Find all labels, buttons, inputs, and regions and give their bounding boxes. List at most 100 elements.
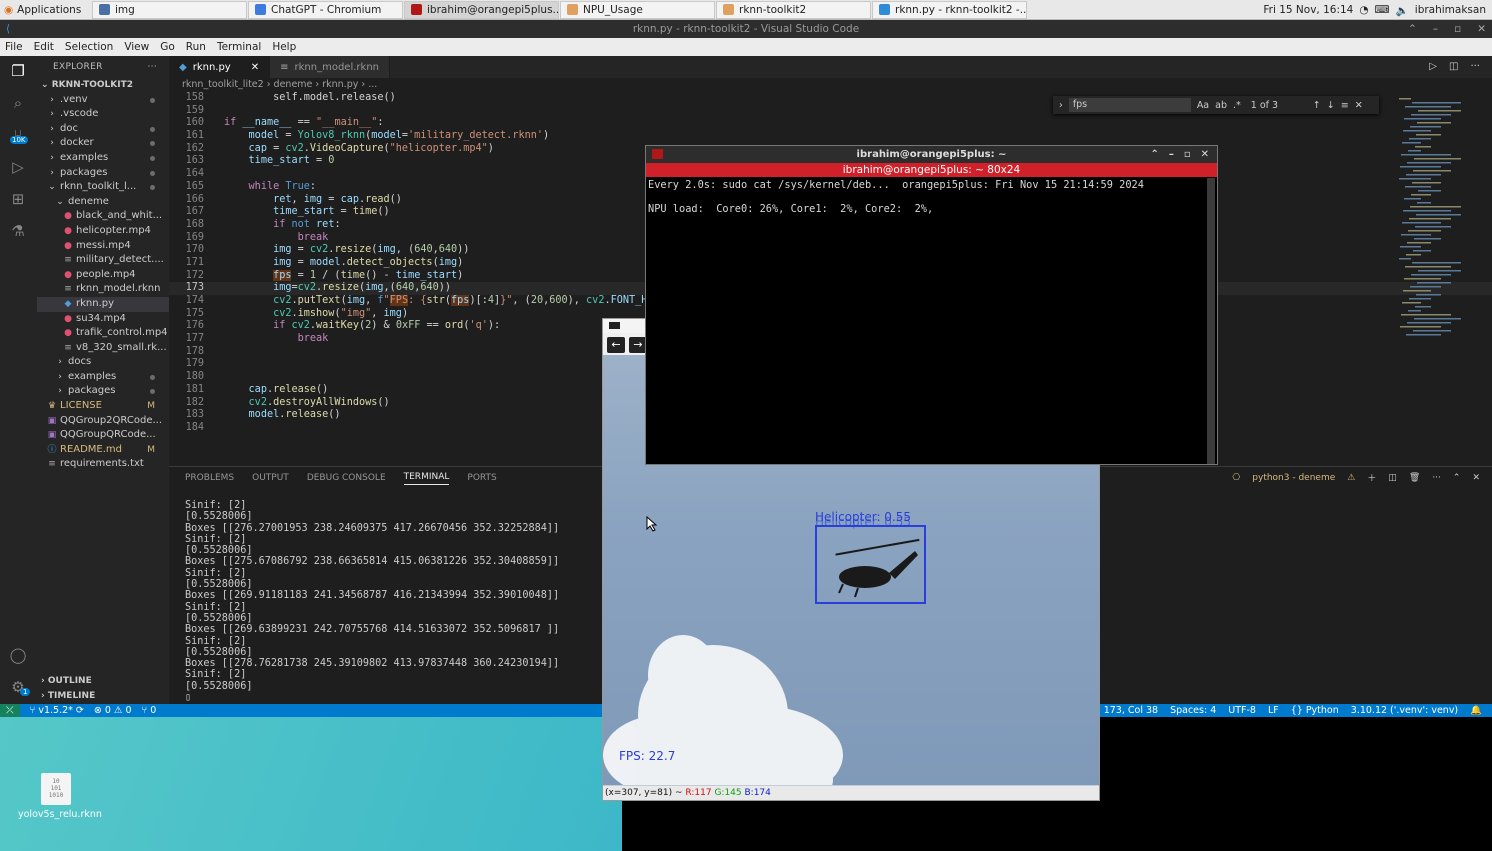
wifi-icon[interactable]: ◔ [1359, 4, 1368, 16]
npu-terminal-window[interactable]: ibrahim@orangepi5plus: ~ ⌃ – ▫ ✕ ibrahim… [645, 145, 1218, 465]
tree-item[interactable]: › docker [37, 136, 169, 151]
taskbar-window-4[interactable]: rknn-toolkit2 [716, 0, 871, 19]
toggle-replace-icon[interactable]: › [1059, 100, 1063, 111]
tree-item[interactable]: ♛ LICENSE M [37, 399, 169, 414]
tree-item[interactable]: ▣ QQGroup2QRCode... [37, 414, 169, 429]
breadcrumb-item[interactable]: rknn.py [322, 79, 358, 90]
problems-count[interactable]: ⊗ 0 ⚠ 0 [94, 704, 132, 717]
notifications-bell-icon[interactable]: 🔔 [1470, 704, 1482, 717]
maximize-up-icon[interactable]: ⌃ [1408, 20, 1417, 38]
next-match-icon[interactable]: ↓ [1327, 100, 1335, 111]
cursor-position[interactable]: n 173, Col 38 [1095, 704, 1158, 717]
tree-item[interactable]: ● trafik_control.mp4 [37, 326, 169, 341]
find-input[interactable]: fps [1068, 98, 1191, 112]
trash-icon[interactable]: 🗑 [1409, 473, 1420, 483]
tree-item[interactable]: ▣ QQGroupQRCode... [37, 428, 169, 443]
panel-tab-problems[interactable]: PROBLEMS [185, 473, 234, 483]
tree-item[interactable]: ● su34.mp4 [37, 312, 169, 327]
tree-item[interactable]: › .venv [37, 93, 169, 108]
back-arrow-icon[interactable]: ← [607, 337, 625, 353]
tree-item[interactable]: › examples [37, 151, 169, 166]
menu-view[interactable]: View [124, 41, 149, 53]
tree-item[interactable]: › examples [37, 370, 169, 385]
tree-item[interactable]: › packages [37, 166, 169, 181]
panel-tab-output[interactable]: OUTPUT [252, 473, 289, 483]
project-root[interactable]: ⌄ RKNN-TOOLKIT2 [37, 78, 169, 93]
npu-terminal-tab[interactable]: ibrahim@orangepi5plus: ~ 80x24 [646, 163, 1217, 177]
minimap[interactable] [1393, 92, 1483, 352]
npu-terminal-output[interactable]: Every 2.0s: sudo cat /sys/kernel/deb... … [646, 177, 1217, 217]
window-menu-icon[interactable] [609, 322, 620, 329]
language-mode[interactable]: {} Python [1291, 704, 1339, 717]
indentation[interactable]: Spaces: 4 [1170, 704, 1216, 717]
run-debug-icon[interactable]: ▷ [9, 158, 27, 176]
outline-section[interactable]: › OUTLINE [37, 674, 169, 689]
terminal-name[interactable]: python3 - deneme [1252, 473, 1335, 483]
split-editor-icon[interactable]: ◫ [1449, 61, 1458, 72]
branch[interactable]: ⑂ v1.5.2* ⟳ [30, 704, 84, 717]
menu-file[interactable]: File [5, 41, 23, 53]
maximize-icon[interactable]: ▫ [1184, 146, 1191, 163]
taskbar-window-3[interactable]: NPU_Usage [560, 0, 715, 19]
match-case-icon[interactable]: Aa [1197, 100, 1209, 111]
keyboard-icon[interactable]: ⌨ [1375, 4, 1390, 16]
search-icon[interactable]: ⌕ [9, 94, 27, 112]
maximize-panel-icon[interactable]: ⌃ [1453, 473, 1461, 483]
menu-go[interactable]: Go [160, 41, 175, 53]
tree-item[interactable]: › .vscode [37, 107, 169, 122]
breadcrumb-item[interactable]: rknn_toolkit_lite2 [182, 79, 264, 90]
minimize-icon[interactable]: – [1169, 146, 1174, 163]
account-icon[interactable]: ◯ [9, 646, 27, 664]
whole-word-icon[interactable]: ab [1215, 100, 1227, 111]
terminal-scrollbar[interactable] [1207, 178, 1215, 464]
ports-count[interactable]: ⑂ 0 [142, 704, 157, 717]
more-icon[interactable]: ··· [1470, 61, 1480, 72]
previous-match-icon[interactable]: ↑ [1313, 100, 1321, 111]
run-icon[interactable]: ▷ [1429, 61, 1437, 72]
more-icon[interactable]: ··· [1432, 473, 1441, 483]
tree-item[interactable]: ≡ requirements.txt [37, 457, 169, 472]
menu-edit[interactable]: Edit [34, 41, 54, 53]
panel-tab-debug-console[interactable]: DEBUG CONSOLE [307, 473, 386, 483]
close-tab-icon[interactable]: ✕ [251, 62, 259, 73]
taskbar-window-1[interactable]: ChatGPT - Chromium [248, 0, 403, 19]
close-icon[interactable]: ✕ [1201, 146, 1209, 163]
terminal-output[interactable]: Sinif: [2] [0.5528006] Boxes [[276.2700195… [185, 500, 559, 703]
tree-item[interactable]: ⌄ deneme [37, 195, 169, 210]
npu-terminal-titlebar[interactable]: ibrahim@orangepi5plus: ~ ⌃ – ▫ ✕ [646, 146, 1217, 163]
restore-icon[interactable]: ▫ [1454, 20, 1461, 38]
encoding[interactable]: UTF-8 [1228, 704, 1256, 717]
tree-item[interactable]: ● helicopter.mp4 [37, 224, 169, 239]
line-ending[interactable]: LF [1268, 704, 1279, 717]
panel-tab-ports[interactable]: PORTS [467, 473, 496, 483]
editor-tab-1[interactable]: ≡ rknn_model.rknn [270, 56, 390, 78]
desktop-file-icon[interactable]: 10 101 1010 yolov5s_relu.rknn [18, 773, 102, 820]
menu-terminal[interactable]: Terminal [217, 41, 261, 53]
panel-tab-terminal[interactable]: TERMINAL [403, 472, 450, 485]
split-terminal-icon[interactable]: ◫ [1388, 473, 1397, 483]
breadcrumb-item[interactable]: deneme [274, 79, 313, 90]
tree-item[interactable]: ● black_and_whit... [37, 209, 169, 224]
explorer-icon[interactable]: ❐ [9, 62, 27, 80]
clock[interactable]: Fri 15 Nov, 16:14 [1263, 4, 1353, 16]
timeline-section[interactable]: › TIMELINE [37, 689, 169, 704]
close-panel-icon[interactable]: ✕ [1472, 473, 1480, 483]
new-terminal-icon[interactable]: ＋ [1367, 471, 1376, 484]
taskbar-window-0[interactable]: img [92, 0, 247, 19]
menu-run[interactable]: Run [186, 41, 206, 53]
tree-item[interactable]: › doc [37, 122, 169, 137]
applications-menu[interactable]: ◉ Applications [0, 0, 92, 20]
menu-selection[interactable]: Selection [65, 41, 113, 53]
volume-icon[interactable]: 🔈 [1396, 4, 1409, 17]
tree-item[interactable]: ⌄ rknn_toolkit_l... [37, 180, 169, 195]
tree-item[interactable]: › packages [37, 384, 169, 399]
tree-item[interactable]: ◆ rknn.py [37, 296, 169, 312]
close-icon[interactable]: ✕ [1477, 20, 1486, 38]
editor-tab-0[interactable]: ◆ rknn.py ✕ [169, 56, 271, 78]
tree-item[interactable]: ● messi.mp4 [37, 239, 169, 254]
tree-item[interactable]: › docs [37, 355, 169, 370]
breadcrumb-item[interactable]: ... [368, 79, 377, 90]
find-in-selection-icon[interactable]: ≡ [1341, 100, 1349, 111]
tree-item[interactable]: ● people.mp4 [37, 268, 169, 283]
testing-icon[interactable]: ⚗ [9, 222, 27, 240]
